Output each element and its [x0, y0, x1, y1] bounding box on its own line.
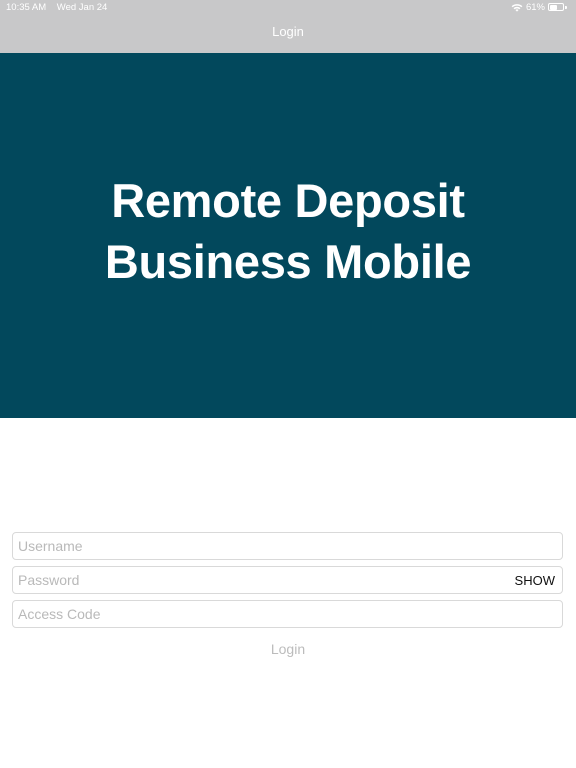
- password-input[interactable]: [18, 567, 508, 593]
- battery-cap: [565, 5, 567, 9]
- battery-fill: [549, 4, 558, 10]
- top-bar: 10:35 AM Wed Jan 24 61% Login: [0, 0, 576, 53]
- access-code-input[interactable]: [18, 601, 556, 627]
- status-date: Wed Jan 24: [56, 2, 108, 13]
- hero-title-line1: Remote Deposit: [111, 174, 465, 227]
- hero-banner: Remote Deposit Business Mobile: [0, 53, 576, 418]
- status-left: 10:35 AM Wed Jan 24: [6, 2, 107, 13]
- username-field[interactable]: [12, 532, 563, 560]
- password-field[interactable]: SHOW: [12, 566, 563, 594]
- wifi-icon: [511, 3, 523, 12]
- hero-title-line2: Business Mobile: [104, 235, 472, 288]
- status-bar: 10:35 AM Wed Jan 24 61%: [0, 0, 576, 16]
- status-time: 10:35 AM: [6, 2, 47, 13]
- battery-icon: [548, 3, 567, 12]
- hero-title: Remote Deposit Business Mobile: [0, 170, 576, 292]
- access-code-field[interactable]: [12, 600, 563, 628]
- nav-title: Login: [272, 24, 304, 39]
- status-right: 61%: [511, 2, 567, 13]
- show-password-button[interactable]: SHOW: [515, 573, 555, 588]
- battery-percent: 61%: [525, 2, 545, 13]
- login-button[interactable]: Login: [0, 641, 576, 657]
- login-screen: 10:35 AM Wed Jan 24 61% Login Remote Dep…: [0, 0, 576, 768]
- username-input[interactable]: [18, 533, 556, 559]
